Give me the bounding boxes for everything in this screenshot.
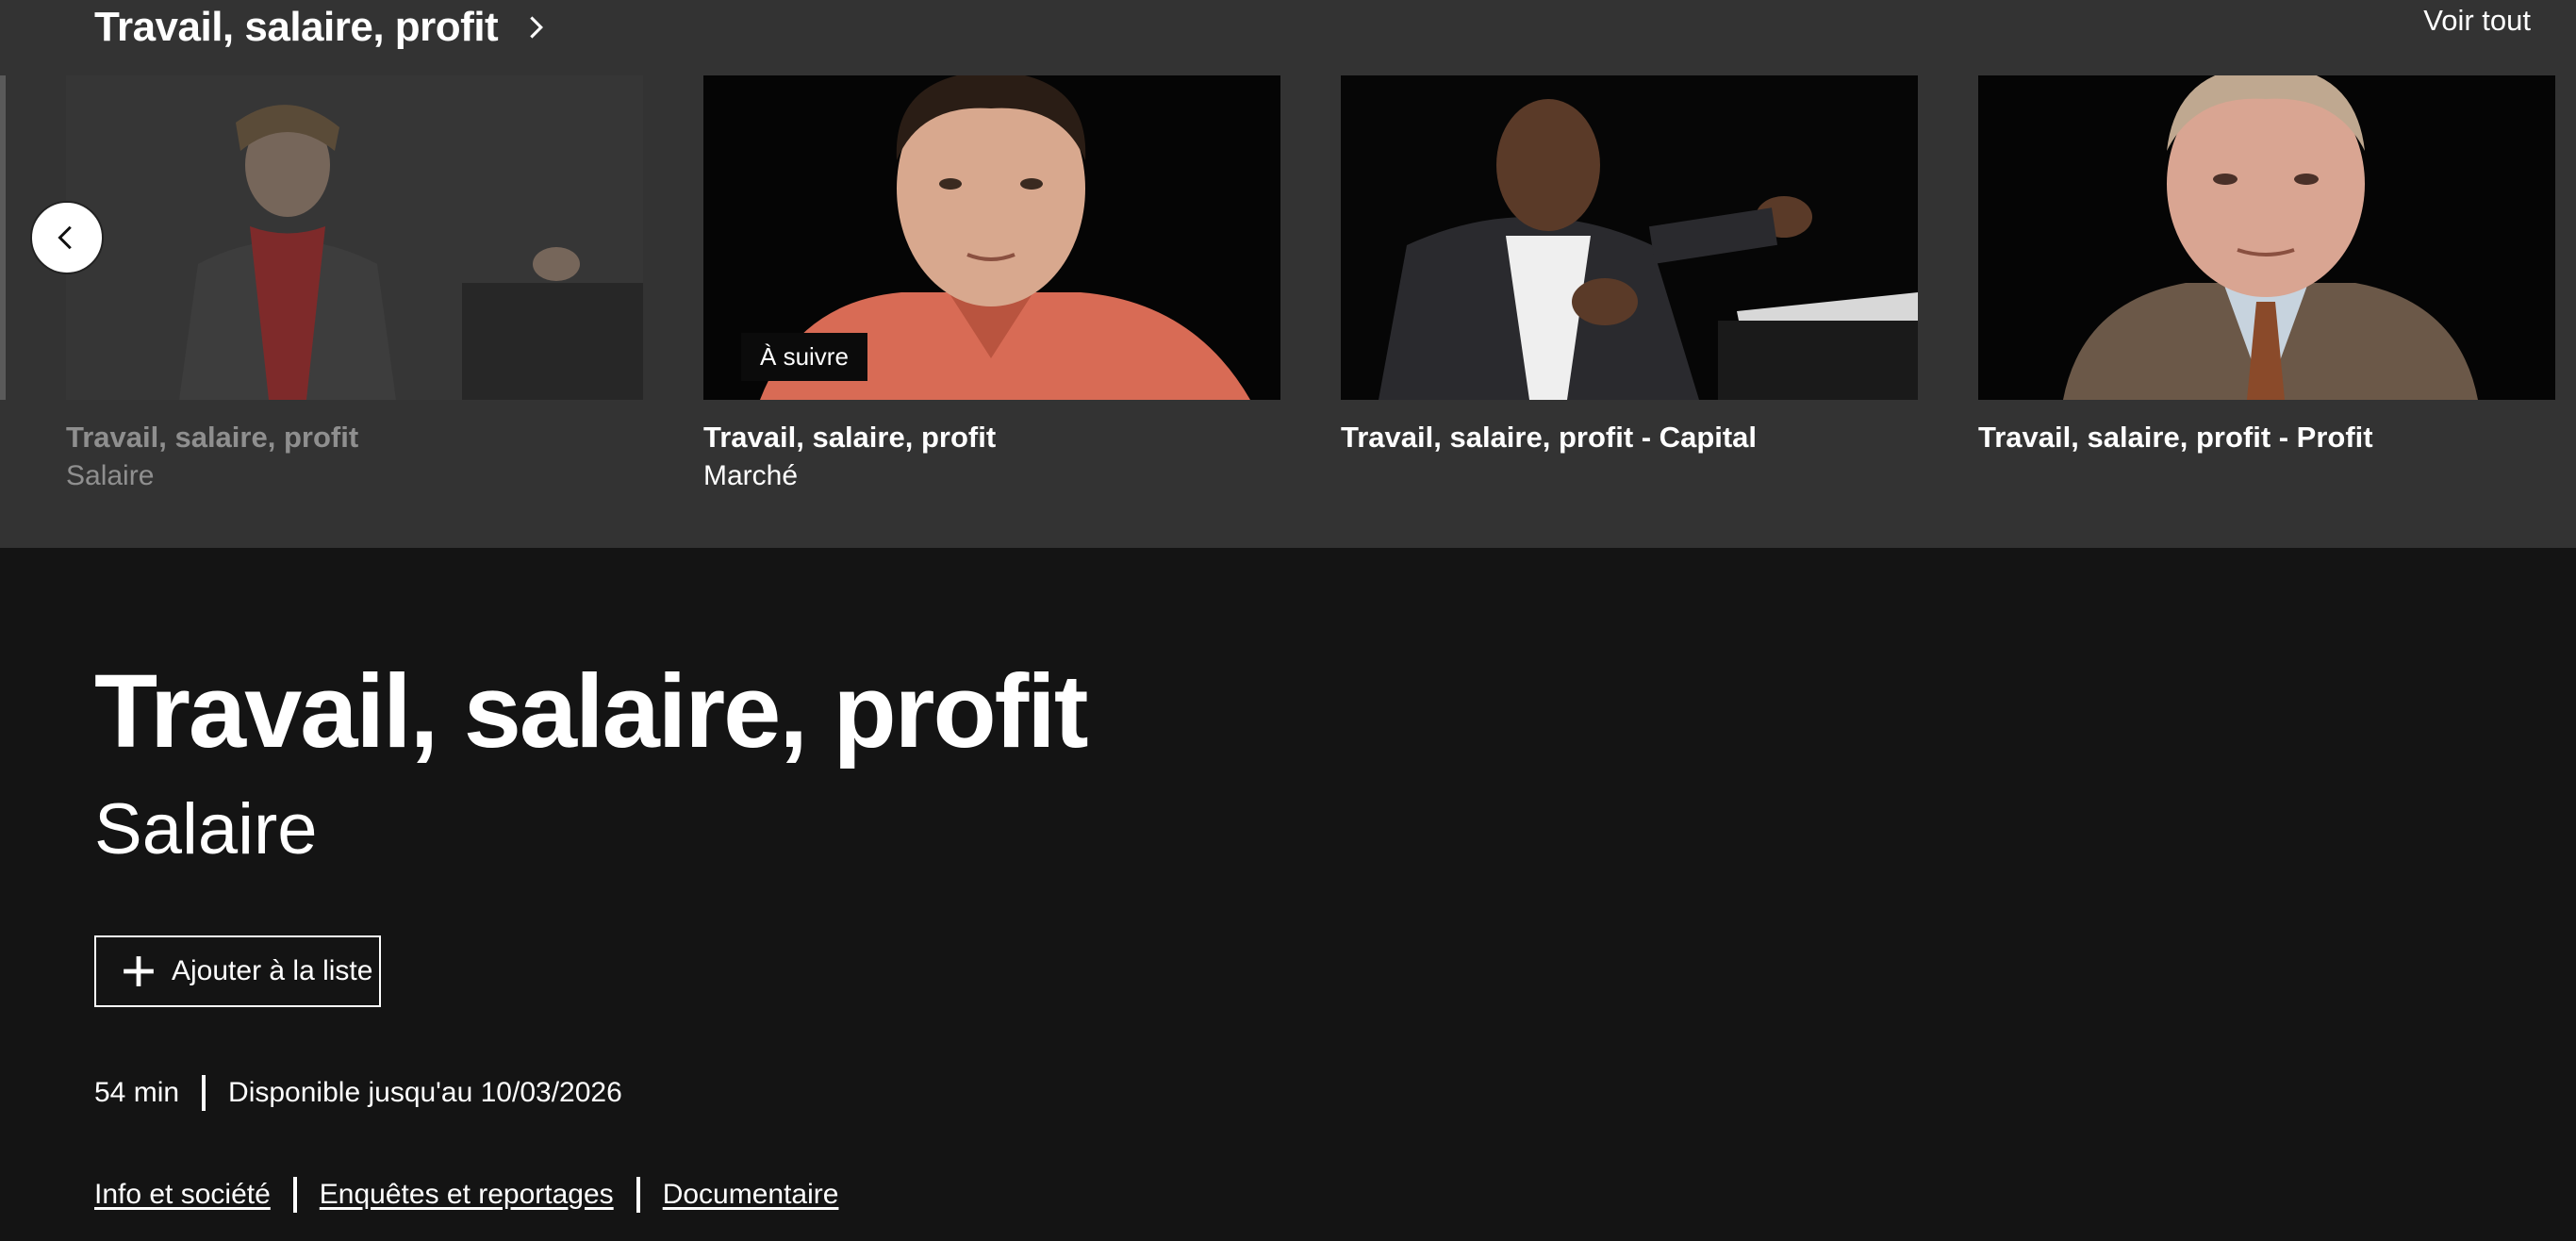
program-title: Travail, salaire, profit [94, 654, 1088, 769]
card-subtitle: Marché [703, 460, 799, 491]
category-tags: Info et société Enquêtes et reportages D… [94, 1177, 838, 1213]
episode-subtitle: Salaire [94, 789, 318, 869]
add-to-list-label: Ajouter à la liste [172, 955, 373, 986]
divider [636, 1177, 640, 1213]
episode-thumbnail [1978, 75, 2555, 400]
episode-card-marche[interactable]: À suivre Travail, salaire, profit Marché [703, 75, 1280, 492]
tag-link[interactable]: Info et société [94, 1179, 271, 1211]
divider [202, 1075, 206, 1111]
availability: Disponible jusqu'au 10/03/2026 [228, 1077, 622, 1108]
chevron-right-icon [530, 16, 544, 39]
carousel-prev-button[interactable] [30, 201, 104, 274]
duration: 54 min [94, 1077, 180, 1108]
tag-link[interactable]: Enquêtes et reportages [320, 1179, 614, 1211]
card-title: Travail, salaire, profit [703, 421, 997, 454]
card-title: Travail, salaire, profit - Capital [1341, 421, 1758, 454]
add-to-list-button[interactable]: Ajouter à la liste [94, 935, 381, 1007]
episode-card-salaire[interactable]: Travail, salaire, profit Salaire [66, 75, 643, 492]
episode-thumbnail [1341, 75, 1918, 400]
episode-meta: 54 min Disponible jusqu'au 10/03/2026 [94, 1075, 622, 1111]
row-title-link[interactable]: Travail, salaire, profit [94, 4, 549, 51]
see-all-link[interactable]: Voir tout [2423, 4, 2531, 38]
previous-card-edge [0, 75, 6, 400]
card-title: Travail, salaire, profit [66, 421, 359, 454]
divider [292, 1177, 297, 1213]
episode-thumbnail [66, 75, 643, 400]
up-next-badge: À suivre [741, 333, 867, 381]
chevron-left-icon [58, 225, 72, 250]
card-title: Travail, salaire, profit - Profit [1978, 421, 2373, 454]
episodes-carousel-section: Travail, salaire, profit Voir tout Trava… [0, 0, 2576, 548]
episode-card-capital[interactable]: Travail, salaire, profit - Capital [1341, 75, 1918, 455]
plus-icon [124, 956, 154, 986]
tag-link[interactable]: Documentaire [663, 1179, 839, 1211]
episode-thumbnail: À suivre [703, 75, 1280, 400]
card-subtitle: Salaire [66, 460, 155, 491]
episode-card-profit[interactable]: Travail, salaire, profit - Profit [1978, 75, 2555, 455]
row-title: Travail, salaire, profit [94, 4, 499, 50]
